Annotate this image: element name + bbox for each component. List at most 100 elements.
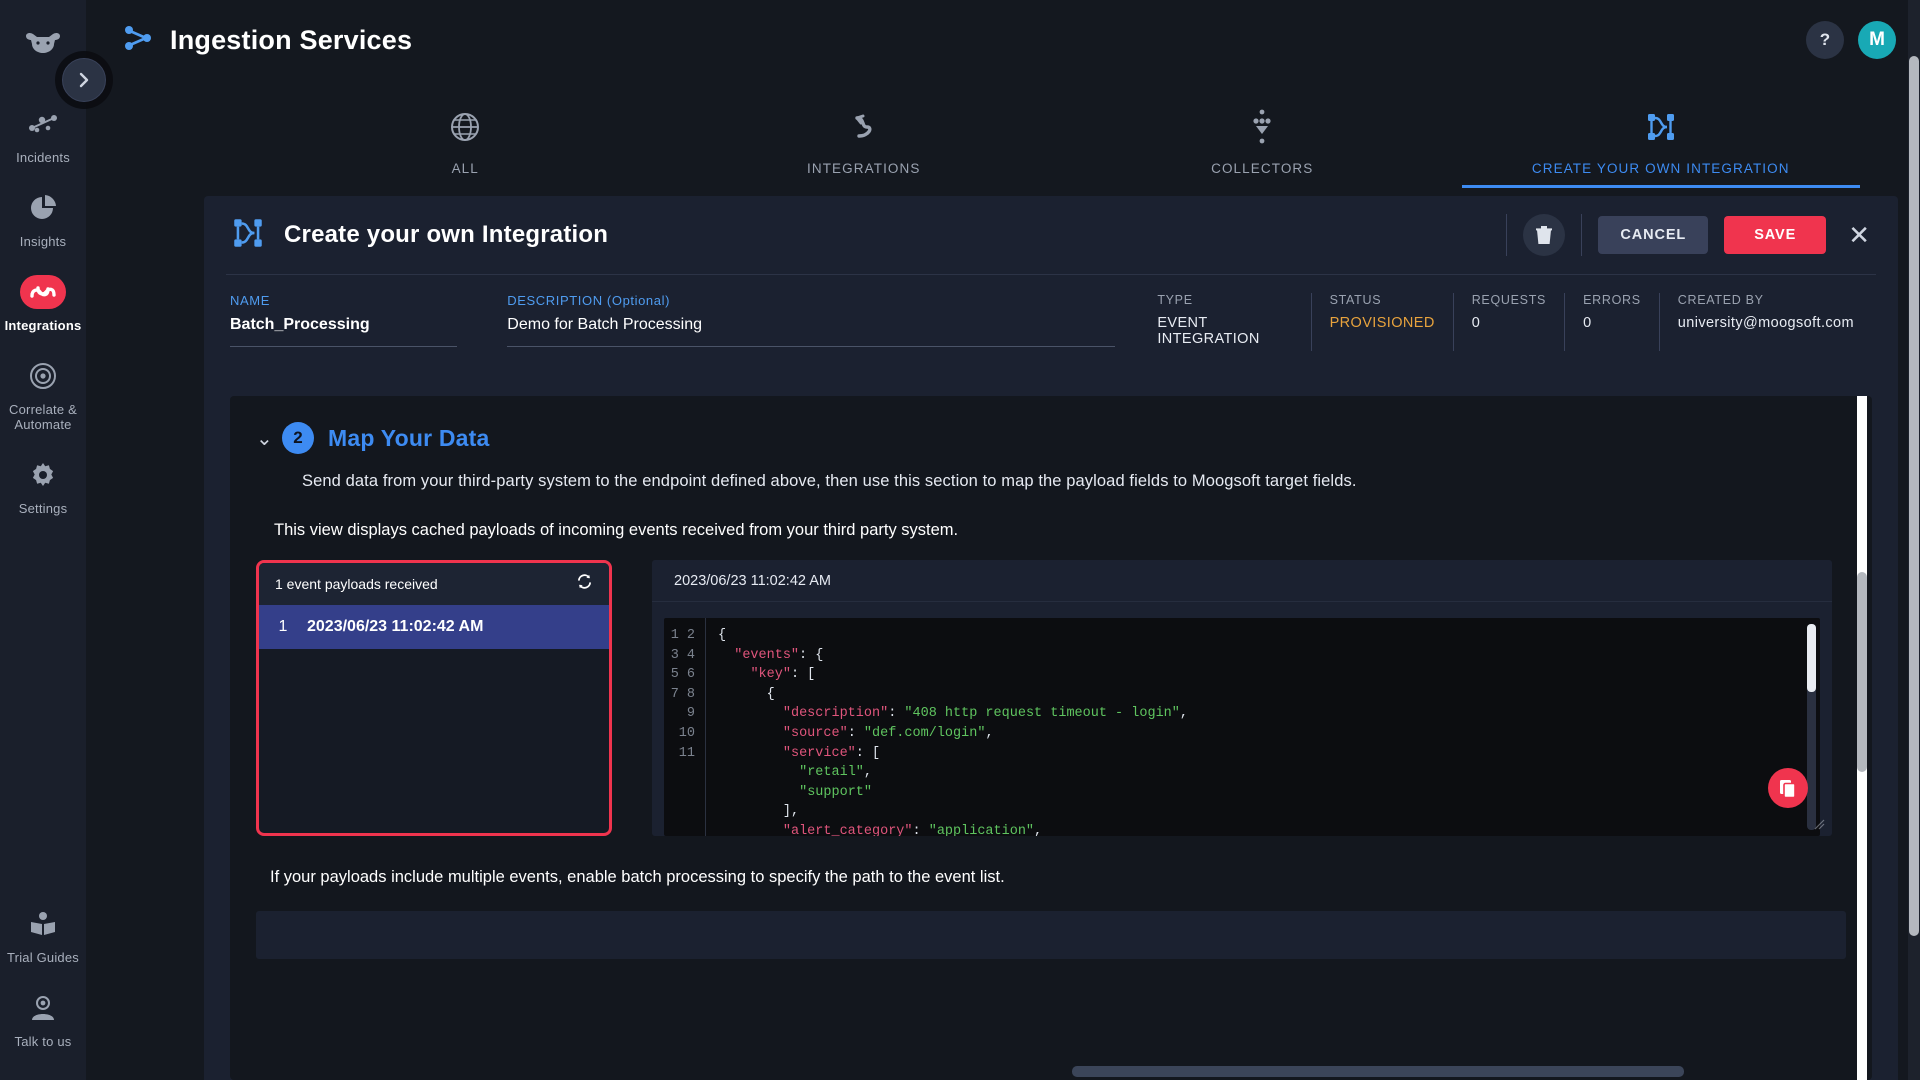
section-header: ⌄ 2 Map Your Data bbox=[230, 396, 1872, 454]
name-value: Batch_Processing bbox=[230, 316, 370, 333]
moogsoft-cow-logo-icon bbox=[26, 32, 60, 53]
field-underline bbox=[507, 346, 1116, 347]
sidebar-item-settings[interactable]: Settings bbox=[0, 445, 86, 529]
event-row-index: 1 bbox=[278, 618, 288, 635]
batch-processing-note: If your payloads include multiple events… bbox=[270, 868, 1005, 886]
step-badge: 2 bbox=[282, 422, 314, 454]
event-payloads-list: 1 event payloads received 1 2023/06/23 1… bbox=[256, 560, 612, 836]
resize-grip-icon[interactable] bbox=[1813, 818, 1825, 830]
stat-label: TYPE bbox=[1157, 293, 1193, 307]
sidebar-item-label: Settings bbox=[18, 501, 68, 516]
gear-icon bbox=[26, 458, 60, 492]
top-bar: Ingestion Services ? M bbox=[86, 0, 1920, 80]
open-book-icon bbox=[26, 907, 60, 941]
event-payloads-header: 1 event payloads received bbox=[259, 563, 609, 605]
card-header: Create your own Integration CANCEL SAVE … bbox=[204, 196, 1898, 274]
batch-processing-field[interactable] bbox=[256, 911, 1846, 959]
sidebar-item-insights[interactable]: Insights bbox=[0, 178, 86, 262]
chevron-down-icon[interactable]: ⌄ bbox=[256, 426, 282, 451]
map-your-data-panel: ⌄ 2 Map Your Data Send data from your th… bbox=[230, 396, 1872, 1080]
custom-integration-icon bbox=[230, 215, 266, 256]
tab-label: CREATE YOUR OWN INTEGRATION bbox=[1531, 161, 1790, 176]
app-root: Incidents Insights Integrations Correlat… bbox=[0, 0, 1920, 1080]
page-title: Ingestion Services bbox=[170, 24, 413, 55]
description-label: DESCRIPTION (Optional) bbox=[507, 293, 671, 308]
refresh-icon bbox=[577, 574, 592, 589]
sidebar-bottom-nav: Trial Guides Talk to us bbox=[0, 894, 86, 1062]
stat-label: REQUESTS bbox=[1471, 293, 1547, 307]
brand-logo[interactable] bbox=[23, 16, 63, 72]
stat-type: TYPE EVENT INTEGRATION bbox=[1139, 293, 1310, 351]
stat-label: STATUS bbox=[1329, 293, 1382, 307]
sidebar-item-trial-guides[interactable]: Trial Guides bbox=[0, 894, 86, 978]
sidebar: Incidents Insights Integrations Correlat… bbox=[0, 0, 86, 1080]
content-scrollbar-thumb[interactable] bbox=[1857, 572, 1867, 772]
divider bbox=[1581, 214, 1583, 256]
sidebar-item-talk-to-us[interactable]: Talk to us bbox=[0, 978, 86, 1062]
refresh-button[interactable] bbox=[576, 573, 593, 595]
help-button[interactable]: ? bbox=[1806, 21, 1844, 59]
tab-label: ALL bbox=[451, 161, 479, 176]
json-scrollbar-thumb[interactable] bbox=[1807, 624, 1816, 692]
sidebar-expand-button[interactable] bbox=[62, 58, 106, 102]
avatar[interactable]: M bbox=[1858, 21, 1896, 59]
close-button[interactable]: ✕ bbox=[1842, 222, 1876, 248]
section-subtitle: Send data from your third-party system t… bbox=[302, 472, 1357, 490]
tab-bar: ALL INTEGRATIONS COLLECTORS CREATE YOUR … bbox=[86, 80, 1920, 188]
payload-viewer: 2023/06/23 11:02:42 AM 1 2 3 4 5 6 7 8 9… bbox=[652, 560, 1832, 836]
stat-status: STATUS PROVISIONED bbox=[1310, 293, 1453, 351]
stat-requests: REQUESTS 0 bbox=[1452, 293, 1564, 351]
tab-create-your-own-integration[interactable]: CREATE YOUR OWN INTEGRATION bbox=[1461, 80, 1861, 188]
incidents-nodes-icon bbox=[26, 107, 60, 141]
tab-collectors[interactable]: COLLECTORS bbox=[1063, 80, 1462, 186]
sidebar-item-label: Trial Guides bbox=[7, 950, 79, 965]
main-content: Ingestion Services ? M ALL INTEGRATIONS … bbox=[86, 0, 1920, 1080]
section-title: Map Your Data bbox=[328, 424, 490, 451]
sidebar-nav: Incidents Insights Integrations Correlat… bbox=[0, 94, 86, 529]
delete-integration-button[interactable] bbox=[1523, 214, 1566, 256]
description-field[interactable]: DESCRIPTION (Optional) Demo for Batch Pr… bbox=[507, 293, 1139, 347]
stat-value: 0 bbox=[1583, 315, 1592, 331]
sidebar-item-correlate-automate[interactable]: Correlate & Automate bbox=[0, 346, 86, 445]
tab-label: COLLECTORS bbox=[1211, 161, 1314, 176]
name-field[interactable]: NAME Batch_Processing bbox=[230, 293, 481, 347]
divider bbox=[1506, 214, 1508, 256]
copy-payload-button[interactable] bbox=[1768, 768, 1808, 808]
list-item[interactable]: 1 2023/06/23 11:02:42 AM bbox=[259, 605, 609, 649]
sidebar-item-label: Correlate & Automate bbox=[9, 402, 77, 432]
json-code[interactable]: { "events": { "key": [ { "description": … bbox=[706, 618, 1820, 836]
sidebar-item-integrations[interactable]: Integrations bbox=[0, 262, 86, 346]
integration-stats: TYPE EVENT INTEGRATION STATUS PROVISIONE… bbox=[1139, 293, 1872, 351]
integration-meta-row: NAME Batch_Processing DESCRIPTION (Optio… bbox=[204, 275, 1898, 359]
stat-label: CREATED BY bbox=[1677, 293, 1764, 307]
collectors-funnel-icon bbox=[1245, 105, 1279, 149]
horizontal-scrollbar-thumb[interactable] bbox=[1072, 1066, 1684, 1077]
stat-value: university@moogsoft.com bbox=[1677, 315, 1854, 331]
page-scrollbar-thumb[interactable] bbox=[1909, 56, 1919, 936]
card-header-actions: CANCEL SAVE ✕ bbox=[1506, 214, 1876, 256]
field-underline bbox=[230, 346, 458, 347]
line-numbers: 1 2 3 4 5 6 7 8 9 10 11 bbox=[664, 618, 706, 836]
sidebar-item-label: Incidents bbox=[16, 150, 70, 165]
pie-chart-icon bbox=[26, 191, 60, 225]
integration-editor-card: Create your own Integration CANCEL SAVE … bbox=[204, 196, 1898, 1080]
description-value: Demo for Batch Processing bbox=[507, 316, 703, 333]
tab-all[interactable]: ALL bbox=[266, 80, 665, 186]
save-button[interactable]: SAVE bbox=[1724, 216, 1827, 254]
radar-target-icon bbox=[26, 359, 60, 393]
custom-integration-icon bbox=[1644, 105, 1678, 149]
sidebar-item-incidents[interactable]: Incidents bbox=[0, 94, 86, 178]
integrations-swirl-icon bbox=[20, 275, 66, 309]
stat-value: 0 bbox=[1471, 315, 1481, 331]
copy-icon bbox=[1780, 779, 1796, 798]
tab-integrations[interactable]: INTEGRATIONS bbox=[665, 80, 1064, 186]
json-code-box: 1 2 3 4 5 6 7 8 9 10 11 { "events": { "k… bbox=[664, 618, 1820, 836]
share-nodes-icon bbox=[122, 24, 154, 57]
trash-icon bbox=[1536, 226, 1553, 244]
stat-label: ERRORS bbox=[1583, 293, 1641, 307]
cancel-button[interactable]: CANCEL bbox=[1598, 216, 1709, 254]
sidebar-item-label: Talk to us bbox=[14, 1034, 72, 1049]
chevron-right-icon bbox=[79, 72, 89, 88]
payload-area: 1 event payloads received 1 2023/06/23 1… bbox=[256, 560, 1872, 836]
topbar-actions: ? M bbox=[1806, 21, 1896, 59]
